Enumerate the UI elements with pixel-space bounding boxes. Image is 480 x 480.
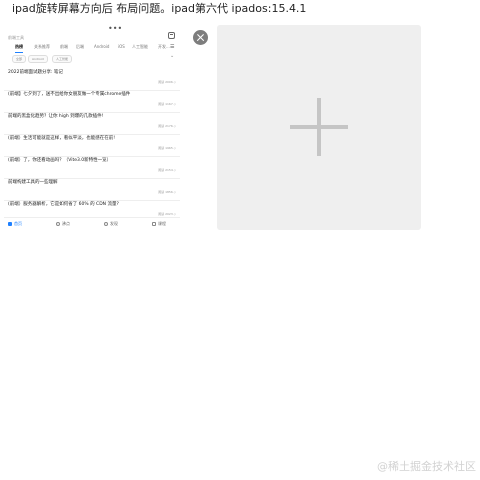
item-meta: 阅读 2154 ◇ [158, 168, 176, 172]
tabbar-label: 课程 [158, 221, 166, 226]
home-icon [8, 222, 12, 226]
tabbar-label: 发现 [110, 221, 118, 226]
list-item[interactable]: (前端）了，你还看动画吗？（Vite3.0新特性一览） 阅读 2154 ◇ [4, 156, 180, 179]
watermark: @稀土掘金技术社区 [377, 460, 476, 473]
search-input[interactable]: 前端工具 [8, 33, 166, 42]
item-title: (前端）服务器解析，它是如何省了 60% 的 CDN 流量? [8, 202, 119, 207]
page-title: ipad旋转屏幕方向后 布局问题。ipad第六代 ipados:15.4.1 [12, 2, 307, 15]
menu-icon[interactable]: ☰ [170, 44, 174, 50]
add-image-placeholder[interactable] [217, 25, 421, 230]
item-meta: 阅读 1167 ◇ [158, 102, 176, 106]
list-item[interactable]: (前端）生活可能就是这样，看似平淡，也能感在在前! 阅读 1965 ◇ [4, 134, 180, 157]
active-tab-indicator [15, 52, 23, 53]
list-item[interactable]: 前端的黑盒化趋势？让你 high 到爆的几款插件! 阅读 2176 ◇ [4, 112, 180, 135]
book-icon [152, 222, 156, 226]
item-meta: 阅读 2023 ◇ [158, 212, 176, 216]
item-meta: 阅读 2006 ◇ [158, 80, 176, 84]
chip-ai[interactable]: 人工智能 [52, 55, 73, 63]
chip-android[interactable]: Android [28, 55, 48, 63]
list-item[interactable]: 2022前端面试题分享: 笔记 阅读 2006 ◇ [4, 68, 180, 91]
tabbar-label: 沸点 [62, 221, 70, 226]
tab-frontend[interactable]: 前端 [60, 44, 68, 50]
tab-ios[interactable]: iOS [118, 44, 125, 49]
list-item[interactable]: (前端】七夕到了，送不出给你女朋友做一个专属chrome插件 阅读 1167 ◇ [4, 90, 180, 113]
tabbar-discover[interactable]: 发现 [104, 221, 118, 227]
tab-ai[interactable]: 人工智能 [132, 44, 148, 50]
plus-icon [317, 98, 321, 156]
item-title: (前端）生活可能就是这样，看似平淡，也能感在在前! [8, 136, 116, 141]
list-item[interactable]: 前端构建工具的一些理解 阅读 1856 ◇ [4, 178, 180, 201]
item-meta: 阅读 1965 ◇ [158, 146, 176, 150]
item-title: (前端】七夕到了，送不出给你女朋友做一个专属chrome插件 [8, 92, 131, 97]
chips-more-icon[interactable]: ⌄ [170, 53, 174, 59]
item-title: 2022前端面试题分享: 笔记 [8, 70, 63, 75]
fire-icon [56, 222, 60, 226]
calendar-icon[interactable] [168, 32, 175, 39]
tab-dev[interactable]: 开发... [158, 44, 170, 50]
tab-backend[interactable]: 后端 [76, 44, 84, 50]
category-tabs: 热榜 关系推荐 前端 后端 Android iOS 人工智能 开发... [8, 44, 180, 52]
bottom-tab-bar: 首页 沸点 发现 课程 我 [4, 217, 180, 230]
tabbar-home[interactable]: 首页 [8, 221, 22, 227]
item-title: 前端构建工具的一些理解 [8, 180, 58, 185]
compass-icon [104, 222, 108, 226]
tab-android[interactable]: Android [94, 44, 109, 49]
item-title: (前端）了，你还看动画吗？（Vite3.0新特性一览） [8, 158, 112, 163]
more-dots-icon[interactable]: ••• [108, 24, 122, 33]
app-panel: ••• 前端工具 热榜 关系推荐 前端 后端 Android iOS 人工智能 … [4, 24, 180, 230]
tabbar-label: 首页 [14, 221, 22, 226]
item-meta: 阅读 1856 ◇ [158, 190, 176, 194]
chip-all[interactable]: 全部 [12, 55, 27, 63]
tabbar-pins[interactable]: 沸点 [56, 221, 70, 227]
close-icon[interactable] [193, 30, 208, 45]
tabbar-course[interactable]: 课程 [152, 221, 166, 227]
item-meta: 阅读 2176 ◇ [158, 124, 176, 128]
tab-follow[interactable]: 关系推荐 [34, 44, 50, 50]
item-title: 前端的黑盒化趋势？让你 high 到爆的几款插件! [8, 114, 104, 119]
tab-hot[interactable]: 热榜 [15, 44, 23, 50]
